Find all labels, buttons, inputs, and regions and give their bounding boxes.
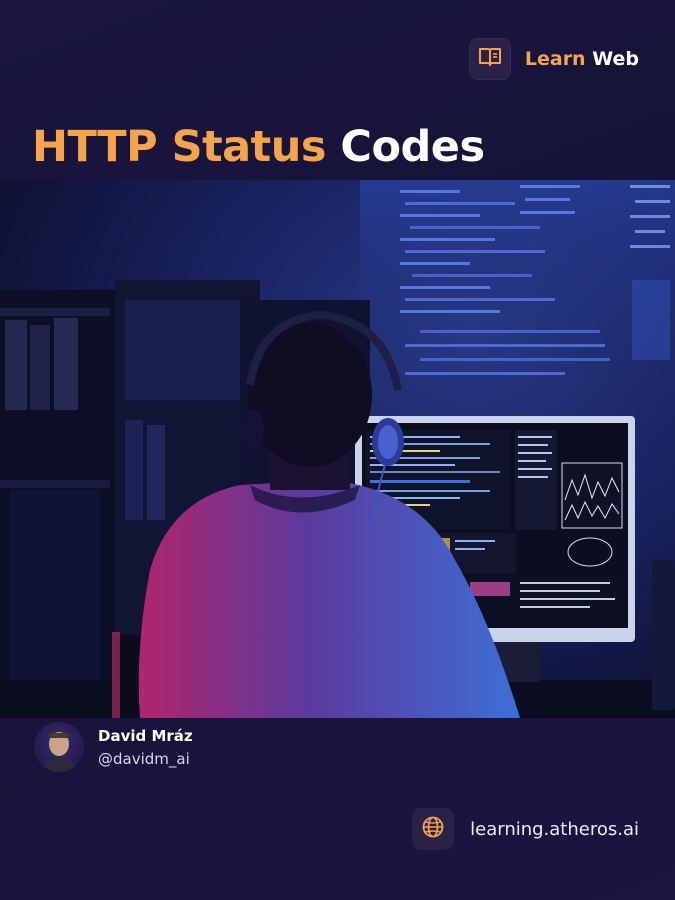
brand-icon-box bbox=[468, 38, 511, 80]
author-handle[interactable]: @davidm_ai bbox=[98, 750, 193, 768]
developer-at-computer-illustration bbox=[0, 180, 675, 718]
author[interactable]: David Mráz @davidm_ai bbox=[34, 722, 193, 772]
author-info: David Mráz @davidm_ai bbox=[98, 727, 193, 768]
hero-image bbox=[0, 180, 675, 718]
brand-label: Learn Web bbox=[525, 48, 639, 70]
site-icon-box bbox=[412, 808, 455, 850]
brand-label-accent: Learn bbox=[524, 48, 586, 70]
card: Learn Web HTTP Status Codes David Mráz @… bbox=[0, 0, 675, 900]
title-main: Codes bbox=[340, 122, 485, 172]
brand-label-main: Web bbox=[592, 48, 639, 70]
open-book-icon bbox=[478, 46, 502, 72]
website-link[interactable]: learning.atheros.ai bbox=[412, 808, 639, 850]
author-name: David Mráz bbox=[98, 726, 193, 745]
page-title: HTTP Status Codes bbox=[32, 122, 485, 172]
brand[interactable]: Learn Web bbox=[468, 38, 639, 80]
title-accent: HTTP Status bbox=[32, 122, 326, 172]
globe-icon bbox=[421, 815, 445, 843]
avatar bbox=[34, 722, 84, 772]
site-label[interactable]: learning.atheros.ai bbox=[470, 819, 639, 840]
